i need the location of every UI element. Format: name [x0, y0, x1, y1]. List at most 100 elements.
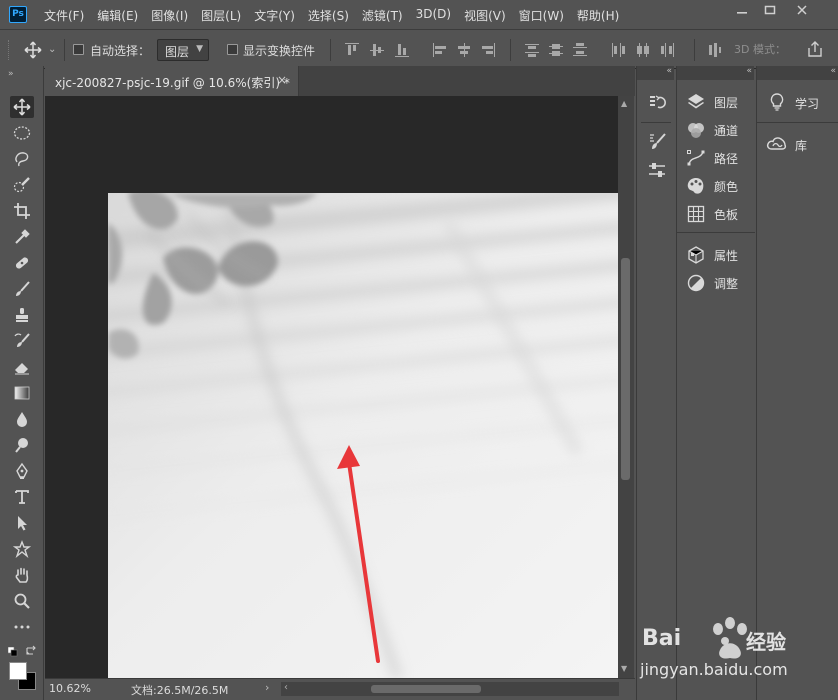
- collapse-learn-icon[interactable]: «: [830, 66, 835, 76]
- close-window-button[interactable]: [790, 4, 814, 24]
- menu-type[interactable]: 文字(Y): [254, 7, 295, 24]
- foreground-color-swatch[interactable]: [9, 662, 27, 680]
- align-bottom-icon[interactable]: [395, 43, 409, 57]
- layers-panel-button[interactable]: 图层: [677, 89, 755, 115]
- show-transform-checkbox[interactable]: [227, 44, 238, 55]
- blur-tool[interactable]: [10, 408, 34, 430]
- menu-window[interactable]: 窗口(W): [519, 7, 564, 24]
- auto-select-target-select[interactable]: 图层 ▼: [157, 39, 209, 61]
- shadow-photo: [108, 193, 618, 678]
- document-tab-title: xjc-200827-psjc-19.gif @ 10.6%(索引) *: [55, 76, 290, 90]
- menu-edit[interactable]: 编辑(E): [97, 7, 138, 24]
- more-tools[interactable]: [10, 616, 34, 638]
- menu-image[interactable]: 图像(I): [151, 7, 188, 24]
- custom-shape-tool[interactable]: [10, 538, 34, 560]
- share-button[interactable]: [806, 40, 824, 58]
- dodge-tool[interactable]: [10, 434, 34, 456]
- document-image[interactable]: [108, 193, 618, 678]
- align-left-icon[interactable]: [433, 43, 447, 57]
- history-panel-button[interactable]: [647, 92, 667, 112]
- zoom-level[interactable]: 10.62%: [49, 682, 91, 695]
- healing-brush-tool[interactable]: [10, 252, 34, 274]
- marquee-tool[interactable]: [10, 122, 34, 144]
- menu-layer[interactable]: 图层(L): [201, 7, 241, 24]
- auto-select-checkbox[interactable]: [73, 44, 84, 55]
- align-right-icon[interactable]: [481, 43, 495, 57]
- minimize-icon: [737, 12, 747, 14]
- move-tool-preset-icon[interactable]: [24, 41, 42, 59]
- default-colors-icon[interactable]: [7, 646, 18, 657]
- libraries-panel-button[interactable]: 库: [757, 129, 838, 159]
- canvas-area[interactable]: [45, 96, 618, 678]
- show-transform-label: 显示变换控件: [243, 44, 316, 58]
- vertical-scroll-thumb[interactable]: [621, 258, 630, 480]
- pen-tool[interactable]: [10, 460, 34, 482]
- hand-tool[interactable]: [10, 564, 34, 586]
- close-document-icon[interactable]: ×: [277, 73, 287, 87]
- menu-filter[interactable]: 滤镜(T): [362, 7, 403, 24]
- type-tool[interactable]: [10, 486, 34, 508]
- clone-stamp-tool[interactable]: [10, 304, 34, 326]
- align-horizontal-center-icon[interactable]: [457, 43, 471, 57]
- maximize-button[interactable]: [758, 4, 782, 24]
- swap-colors-icon[interactable]: [25, 644, 37, 656]
- tool-presets-button[interactable]: [647, 160, 667, 180]
- align-vertical-center-icon[interactable]: [370, 43, 384, 57]
- brush-settings-button[interactable]: [647, 132, 667, 152]
- properties-panel-label: 属性: [714, 249, 739, 263]
- document-tab[interactable]: xjc-200827-psjc-19.gif @ 10.6%(索引) * ×: [45, 66, 299, 96]
- distribute-horizontal-center-icon[interactable]: [636, 43, 650, 57]
- brush-tool[interactable]: [10, 278, 34, 300]
- preset-dropdown-icon[interactable]: ⌄: [48, 44, 56, 55]
- swap-arrows-glyph: [26, 645, 36, 655]
- minimize-button[interactable]: [730, 4, 754, 24]
- status-menu-arrow-icon[interactable]: ›: [265, 681, 269, 694]
- gradient-tool[interactable]: [10, 382, 34, 404]
- channels-panel-button[interactable]: 通道: [677, 117, 755, 143]
- eyedropper-tool[interactable]: [10, 226, 34, 248]
- quick-select-tool[interactable]: [10, 174, 34, 196]
- color-panel-button[interactable]: 颜色: [677, 173, 755, 199]
- menu-help[interactable]: 帮助(H): [577, 7, 619, 24]
- history-brush-tool[interactable]: [10, 330, 34, 352]
- distribute-vertical-center-icon[interactable]: [549, 43, 563, 57]
- horizontal-scrollbar[interactable]: ‹: [281, 682, 619, 696]
- distribute-top-icon[interactable]: [525, 43, 539, 57]
- menu-file[interactable]: 文件(F): [44, 7, 84, 24]
- distribute-bottom-icon[interactable]: [573, 43, 587, 57]
- lasso-tool[interactable]: [10, 148, 34, 170]
- eraser-icon: [15, 363, 29, 375]
- collapse-strip-icon[interactable]: «: [666, 66, 671, 76]
- swatches-panel-button[interactable]: 色板: [677, 201, 755, 227]
- path-select-tool[interactable]: [10, 512, 34, 534]
- history-icon: [650, 95, 666, 109]
- auto-align-icon[interactable]: [708, 43, 722, 57]
- scroll-up-icon[interactable]: ▲: [621, 99, 627, 108]
- paths-icon: [686, 148, 706, 168]
- distribute-left-icon[interactable]: [611, 43, 625, 57]
- crop-tool[interactable]: [10, 200, 34, 222]
- options-bar: ⌄ 自动选择： 图层 ▼ 显示变换控件 3D 模式：: [0, 31, 838, 69]
- learn-panel-button[interactable]: 学习: [757, 87, 838, 117]
- options-bar-grip[interactable]: [8, 40, 11, 60]
- move-tool[interactable]: [10, 96, 34, 118]
- adjustments-panel-button[interactable]: 调整: [677, 270, 755, 296]
- eraser-tool[interactable]: [10, 356, 34, 378]
- scroll-left-icon[interactable]: ‹: [284, 682, 288, 693]
- palette-icon: [686, 176, 706, 196]
- vertical-scrollbar[interactable]: ▲ ▼: [618, 96, 634, 678]
- type-icon: [15, 490, 29, 504]
- zoom-tool[interactable]: [10, 590, 34, 612]
- menu-view[interactable]: 视图(V): [464, 7, 506, 24]
- properties-panel-button[interactable]: 属性: [677, 242, 755, 268]
- scroll-down-icon[interactable]: ▼: [621, 664, 627, 673]
- align-top-icon[interactable]: [345, 43, 359, 57]
- paths-panel-button[interactable]: 路径: [677, 145, 755, 171]
- dodge-icon: [15, 438, 28, 453]
- distribute-right-icon[interactable]: [661, 43, 675, 57]
- collapse-toolbar-icon[interactable]: »: [8, 69, 13, 79]
- collapse-dock-icon[interactable]: «: [746, 66, 751, 76]
- menu-3d[interactable]: 3D(D): [416, 7, 451, 24]
- menu-select[interactable]: 选择(S): [308, 7, 349, 24]
- horizontal-scroll-thumb[interactable]: [371, 685, 481, 693]
